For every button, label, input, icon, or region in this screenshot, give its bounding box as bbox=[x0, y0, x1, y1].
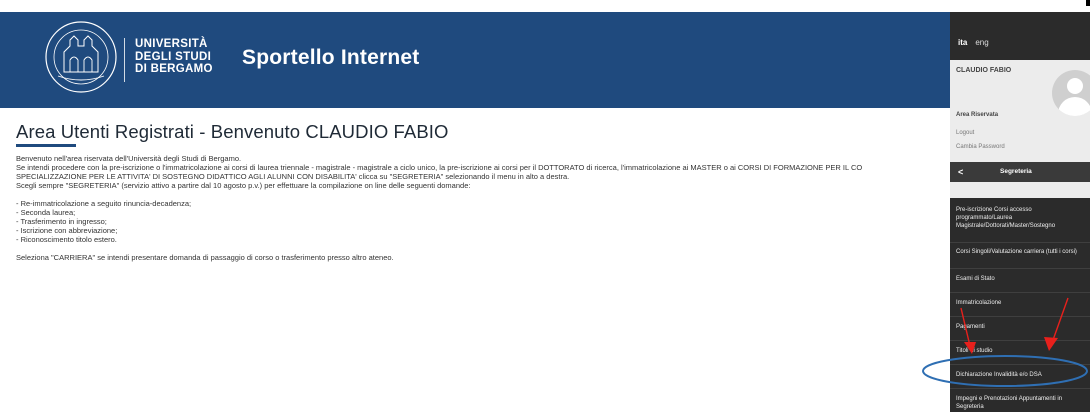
menu-item-corsi-singoli[interactable]: Corsi Singoli/Valutazione carriera (tutt… bbox=[956, 248, 1086, 256]
site-header: UNIVERSITÀ DEGLI STUDI DI BERGAMO Sporte… bbox=[0, 12, 950, 108]
logout-link[interactable]: Logout bbox=[956, 130, 974, 136]
paragraph: Scegli sempre "SEGRETERIA" (servizio att… bbox=[16, 181, 471, 190]
avatar[interactable] bbox=[1052, 70, 1090, 116]
segreteria-title: Segreteria bbox=[1000, 168, 1032, 175]
change-password-link[interactable]: Cambia Password bbox=[956, 144, 1005, 150]
sidebar-menu: ita eng CLAUDIO FABIO Area Riservata Logo… bbox=[950, 12, 1090, 412]
carriera-note: Seleziona "CARRIERA" se intendi presenta… bbox=[16, 253, 394, 262]
lang-ita[interactable]: ita bbox=[958, 38, 967, 47]
university-seal-icon[interactable] bbox=[44, 20, 118, 94]
chevron-left-icon[interactable]: < bbox=[958, 167, 963, 177]
paragraph: Se intendi procedere con la pre-iscrizio… bbox=[16, 163, 863, 172]
language-switcher: ita eng bbox=[958, 38, 989, 47]
paragraph: Benvenuto nell'area riservata dell'Unive… bbox=[16, 154, 242, 163]
university-logo-text[interactable]: UNIVERSITÀ DEGLI STUDI DI BERGAMO bbox=[135, 38, 213, 76]
menu-item-esami-stato[interactable]: Esami di Stato bbox=[956, 275, 1086, 283]
logo-line: DI BERGAMO bbox=[135, 63, 213, 75]
menu-item-titoli-studio[interactable]: Titoli di studio bbox=[956, 347, 1086, 355]
list-item: - Re-immatricolazione a seguito rinuncia… bbox=[16, 199, 192, 208]
user-panel: CLAUDIO FABIO Area Riservata Logout Camb… bbox=[950, 60, 1090, 262]
list-item: - Riconoscimento titolo estero. bbox=[16, 235, 117, 244]
username: CLAUDIO FABIO bbox=[956, 67, 1012, 74]
logo-line: DEGLI STUDI bbox=[135, 50, 212, 63]
app-title: Sportello Internet bbox=[242, 46, 420, 69]
page-title: Area Utenti Registrati - Benvenuto CLAUD… bbox=[16, 121, 449, 142]
logo-divider bbox=[124, 38, 125, 82]
menu-item-pagamenti[interactable]: Pagamenti bbox=[956, 323, 1086, 331]
menu-item-immatricolazione[interactable]: Immatricolazione bbox=[956, 299, 1086, 307]
welcome-content: Benvenuto nell'area riservata dell'Unive… bbox=[16, 154, 946, 262]
segreteria-header[interactable]: < Segreteria bbox=[950, 162, 1090, 182]
list-item: - Trasferimento in ingresso; bbox=[16, 217, 107, 226]
title-underline bbox=[16, 144, 76, 147]
menu-item-dichiarazione-invalidita[interactable]: Dichiarazione Invalidità e/o DSA bbox=[956, 371, 1086, 379]
logo-line: UNIVERSITÀ bbox=[135, 38, 208, 50]
list-item: - Seconda laurea; bbox=[16, 208, 76, 217]
menu-item-impegni-prenotazioni[interactable]: Impegni e Prenotazioni Appuntamenti in S… bbox=[956, 395, 1086, 411]
menu-item-preiscrizione[interactable]: Pre-iscrizione Corsi accesso programmato… bbox=[956, 206, 1086, 230]
lang-eng[interactable]: eng bbox=[975, 38, 988, 47]
list-item: - Iscrizione con abbreviazione; bbox=[16, 226, 118, 235]
window-corner bbox=[1086, 0, 1090, 6]
area-riservata-label: Area Riservata bbox=[956, 112, 999, 118]
paragraph: SPECIALIZZAZIONE PER LE ATTIVITA' DI SOS… bbox=[16, 172, 570, 181]
